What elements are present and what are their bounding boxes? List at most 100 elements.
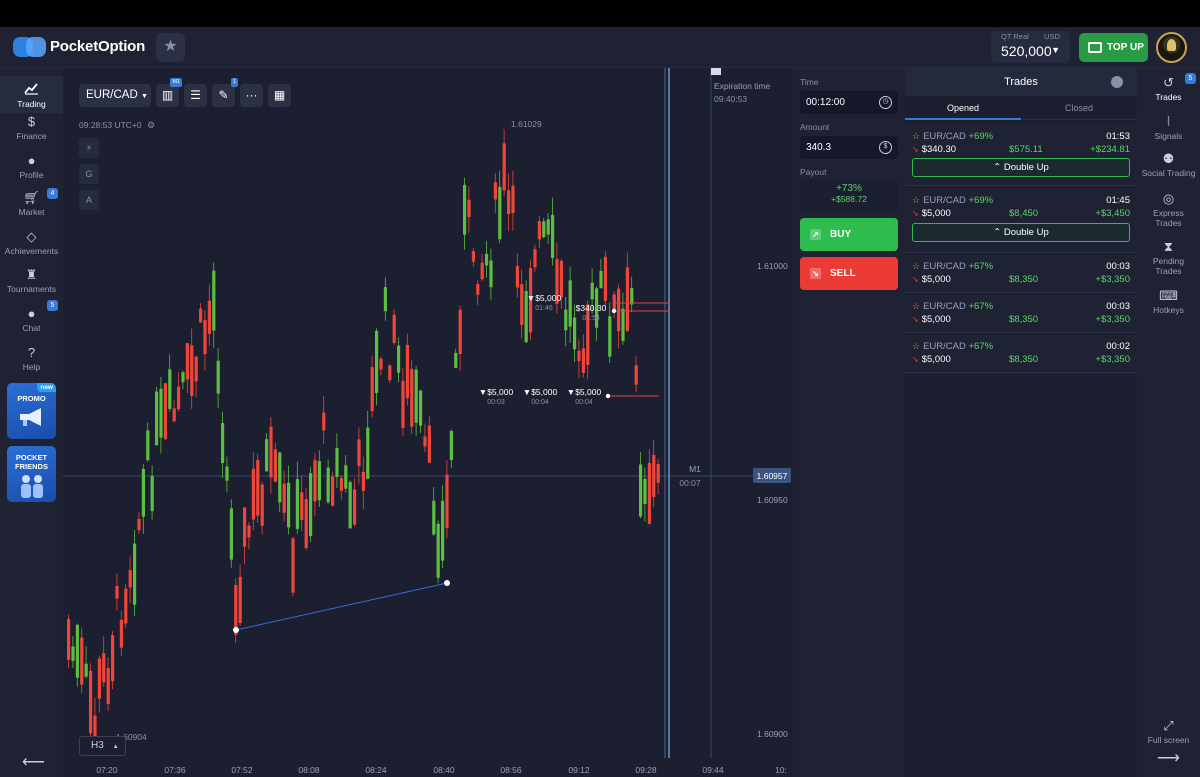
lightning-icon: ⚡︎: [85, 143, 93, 153]
settings-gear-icon[interactable]: ⚙: [147, 120, 155, 131]
candle-body: [370, 367, 374, 412]
favorites-star-button[interactable]: ★: [156, 33, 185, 62]
amount-input[interactable]: 340.3 $: [800, 136, 898, 159]
chevron-up-icon: ▲: [112, 744, 119, 750]
candle-body: [502, 143, 506, 191]
double-up-label: Double Up: [1003, 227, 1049, 238]
trade-profit: +$3,450: [1095, 208, 1130, 219]
candle-body: [273, 449, 277, 482]
candle-body: [75, 624, 79, 678]
double-up-button[interactable]: ⌃ Double Up: [912, 223, 1130, 242]
candle-body: [291, 538, 295, 593]
candle-body: [564, 309, 568, 331]
sidebar-item-market[interactable]: 🛒︎ Market 4: [0, 188, 63, 217]
menu-icon[interactable]: [1111, 76, 1123, 88]
payout-percent: +73%: [836, 183, 862, 194]
promo-card[interactable]: new PROMO: [7, 383, 56, 439]
collapse-arrow-icon[interactable]: ⟵: [22, 752, 45, 772]
indicators-button[interactable]: ☰: [184, 84, 207, 107]
candle-body: [383, 287, 387, 312]
top-header: PocketOption ★ QT Real USD 520,000 ▼ TOP…: [0, 27, 1200, 68]
candle-body: [260, 484, 264, 526]
sliders-icon: ☰: [190, 88, 201, 102]
sidebar-item-help[interactable]: ? Help: [0, 345, 63, 372]
pocketoption-logo-icon: [13, 37, 46, 57]
price-chart[interactable]: 07:20 07:36 07:52 08:08 08:24 08:40 08:56 09:12…: [63, 68, 793, 777]
candle-body: [102, 653, 106, 683]
layout-button[interactable]: ▦: [268, 84, 291, 107]
candle-body: [141, 468, 145, 517]
more-button[interactable]: ···: [240, 84, 263, 107]
trade-mark-time: 00:03: [487, 399, 505, 406]
avatar[interactable]: [1156, 32, 1187, 63]
double-chevron-up-icon: ⌃: [993, 227, 1002, 238]
sidebar-item-tournaments[interactable]: ♜ Tournaments: [0, 267, 63, 294]
trade-item[interactable]: ☆ EUR/CAD +69% 01:53 ➘ $340.30 $575.11 +$234.…: [905, 124, 1137, 186]
sidebar-item-social-trading[interactable]: ⚉ Social Trading: [1137, 151, 1200, 178]
tab-opened[interactable]: Opened: [905, 96, 1021, 120]
fullscreen-button[interactable]: ⤢ Full screen: [1137, 718, 1200, 745]
candle-body: [366, 427, 370, 479]
trade-mark-time: 01:54: [582, 315, 600, 322]
sidebar-item-hotkeys[interactable]: ⌨ Hotkeys: [1137, 288, 1200, 315]
buy-label: BUY: [830, 229, 852, 240]
top-up-button[interactable]: TOP UP: [1079, 33, 1148, 62]
tool-a-button[interactable]: A: [79, 190, 99, 210]
trade-item[interactable]: ☆ EUR/CAD +69% 01:45 ➘ $5,000 $8,450 +$3,450 …: [905, 187, 1137, 253]
candle-body: [577, 350, 581, 362]
candle-body: [243, 507, 247, 547]
tool-g-button[interactable]: G: [79, 164, 99, 184]
trade-amount: $340.30: [921, 144, 957, 155]
price-label: 1.60900: [757, 729, 788, 739]
time-input[interactable]: 00:12:00 ◷: [800, 91, 898, 114]
trade-pct: +67%: [968, 341, 994, 352]
time-axis-label: 10:: [775, 765, 787, 775]
trade-pct: +69%: [968, 131, 994, 142]
drawings-button[interactable]: ✎ 1: [212, 78, 238, 107]
account-type: QT Real: [1001, 32, 1029, 41]
trade-item[interactable]: ☆ EUR/CAD +67% 00:02 ➘ $5,000 $8,350 +$3,350: [905, 334, 1137, 373]
trade-item[interactable]: ☆ EUR/CAD +67% 00:03 ➘ $5,000 $8,350 +$3,350: [905, 254, 1137, 293]
account-selector[interactable]: QT Real USD 520,000 ▼: [991, 31, 1070, 63]
candles-icon: ▥: [161, 88, 174, 102]
diamond-icon: ◇: [26, 229, 37, 244]
chart-type-button[interactable]: ▥ M1: [156, 78, 182, 107]
trade-asset: EUR/CAD: [923, 195, 966, 206]
candle-body: [146, 430, 150, 461]
timeframe-selector[interactable]: H3 ▲: [79, 736, 126, 756]
quick-tool-button[interactable]: ⚡︎: [79, 138, 99, 158]
price-label: 1.60950: [757, 495, 788, 505]
tab-closed[interactable]: Closed: [1021, 96, 1137, 120]
sidebar-item-chat[interactable]: ● Chat 5: [0, 300, 63, 333]
candle-body: [608, 316, 612, 357]
candle-timer: 00:07: [679, 478, 701, 488]
sidebar-item-pending-trades[interactable]: ⧗ Pending Trades: [1137, 239, 1200, 276]
sidebar-item-achievements[interactable]: ◇ Achievements: [0, 229, 63, 256]
buy-button[interactable]: ↗ BUY: [800, 218, 898, 251]
candle-body: [269, 426, 273, 478]
signal-icon: ⦚: [1167, 114, 1170, 129]
candle-body: [172, 408, 176, 422]
sidebar-item-profile[interactable]: ● Profile: [0, 153, 63, 180]
sidebar-item-trading[interactable]: Trading: [0, 76, 63, 113]
sell-button[interactable]: ↘ SELL: [800, 257, 898, 290]
expand-icon: ⤢: [1163, 718, 1174, 733]
trade-panel: Time 00:12:00 ◷ Amount 340.3 $ Payout +7…: [793, 68, 905, 777]
candle-body: [621, 308, 625, 341]
candle-body: [643, 478, 647, 504]
trade-item[interactable]: ☆ EUR/CAD +67% 00:03 ➘ $5,000 $8,350 +$3,350: [905, 294, 1137, 333]
double-up-button[interactable]: ⌃ Double Up: [912, 158, 1130, 177]
expand-arrow-icon[interactable]: ⟶: [1137, 751, 1200, 767]
sidebar-item-finance[interactable]: $ Finance: [0, 114, 63, 141]
candle-body: [388, 365, 392, 381]
sidebar-item-trades[interactable]: ↺ Trades 5: [1137, 73, 1200, 102]
expiration-flag-icon: [711, 68, 721, 75]
trade-profit: +$3,350: [1095, 354, 1130, 365]
asset-selector[interactable]: EUR/CAD ▼: [79, 84, 151, 107]
trade-asset: EUR/CAD: [923, 131, 966, 142]
sidebar-item-signals[interactable]: ⦚ Signals: [1137, 114, 1200, 141]
candle-body: [133, 543, 137, 605]
pocket-friends-card[interactable]: POCKET FRIENDS: [7, 446, 56, 502]
sidebar-item-express-trades[interactable]: ◎ Express Trades: [1137, 191, 1200, 228]
candle-body: [111, 635, 115, 682]
